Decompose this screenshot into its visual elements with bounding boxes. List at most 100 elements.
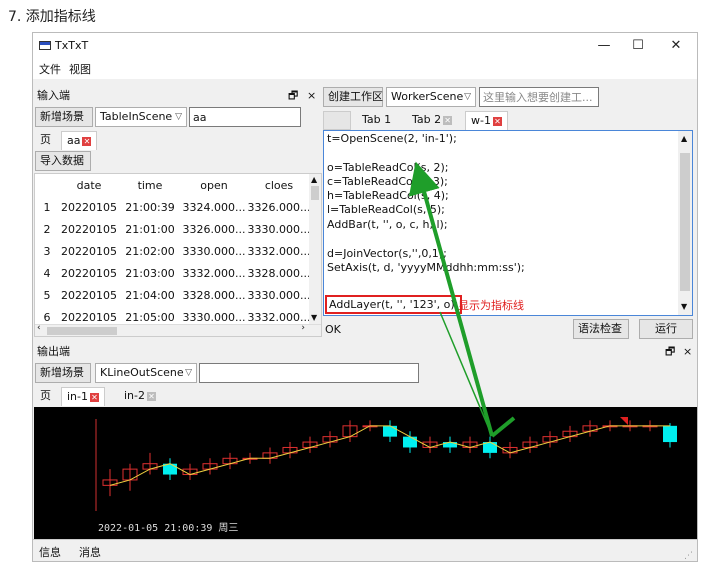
run-button[interactable]: 运行	[639, 319, 693, 339]
resize-grip-icon[interactable]: ⋰	[684, 551, 693, 561]
tab-info[interactable]: 信息	[39, 544, 61, 560]
kline-chart[interactable]: 2022-01-05 21:00:39 周三	[34, 407, 697, 539]
app-icon	[39, 41, 51, 50]
input-scene-name-field[interactable]	[189, 107, 301, 127]
chevron-down-icon: ▽	[464, 92, 471, 102]
code-line: h=TableReadCol(s, 4);	[327, 189, 449, 202]
table-cell[interactable]: 3324.000...	[181, 196, 247, 218]
code-line: c=TableReadCol(s, 3);	[327, 175, 448, 188]
tab-page[interactable]: 页	[35, 387, 56, 406]
create-workspace-button[interactable]: 创建工作区	[323, 87, 383, 107]
code-line: l=TableReadCol(s, 5);	[327, 203, 445, 216]
output-scene-name-field[interactable]	[199, 363, 419, 383]
table-cell[interactable]: 20220105	[59, 240, 119, 262]
table-cell[interactable]: 21:00:39	[119, 196, 181, 218]
scroll-down-icon[interactable]: ▼	[311, 313, 317, 322]
table-row[interactable]: 2 20220105 21:01:00 3326.000... 3330.000…	[35, 218, 311, 240]
table-cell[interactable]: 21:01:00	[119, 218, 181, 240]
table-horizontal-scrollbar[interactable]: ‹ ›	[35, 323, 321, 336]
tab-aa[interactable]: aa ✕	[61, 131, 98, 150]
row-number: 1	[43, 200, 51, 214]
column-header	[35, 174, 59, 196]
table-cell[interactable]: 3330.000...	[247, 218, 311, 240]
workspace-name-input[interactable]	[479, 87, 599, 107]
tab-messages[interactable]: 消息	[79, 544, 101, 560]
table-cell[interactable]: 20220105	[59, 196, 119, 218]
column-header[interactable]: cloes	[247, 174, 311, 196]
table-cell[interactable]: 21:03:00	[119, 262, 181, 284]
scroll-thumb[interactable]	[680, 153, 690, 291]
float-icon[interactable]: 🗗	[665, 343, 675, 361]
tab-page[interactable]: 页	[35, 131, 56, 150]
page-heading: 7. 添加指标线	[8, 9, 96, 25]
panel-close-icon[interactable]: ×	[683, 343, 692, 361]
table-header-row: date time open cloes	[35, 174, 311, 196]
maximize-button[interactable]: ☐	[623, 36, 653, 56]
table-cell[interactable]: 3328.000...	[181, 284, 247, 306]
table-cell[interactable]: 3330.000...	[181, 240, 247, 262]
panel-close-icon[interactable]: ×	[307, 87, 316, 105]
candle-body	[383, 425, 397, 437]
scroll-down-icon[interactable]: ▼	[681, 302, 687, 311]
table-cell[interactable]: 3326.000...	[247, 196, 311, 218]
scroll-thumb[interactable]	[47, 327, 117, 335]
table-cell[interactable]: 20220105	[59, 218, 119, 240]
table-row[interactable]: 4 20220105 21:03:00 3332.000... 3328.000…	[35, 262, 311, 284]
code-editor[interactable]: t=OpenScene(2, 'in-1'); o=TableReadCol(s…	[323, 130, 693, 316]
close-icon[interactable]: ✕	[443, 116, 453, 125]
input-scene-type-select[interactable]: TableInScene ▽	[95, 107, 187, 127]
row-number: 5	[43, 288, 51, 302]
table-row[interactable]: 1 20220105 21:00:39 3324.000... 3326.000…	[35, 196, 311, 218]
output-panel-header: 输出端 🗗 ×	[33, 343, 697, 361]
table-cell[interactable]: 3328.000...	[247, 262, 311, 284]
table-cell[interactable]: 3330.000...	[247, 284, 311, 306]
column-header[interactable]: time	[119, 174, 181, 196]
tab-w1[interactable]: w-1 ✕	[465, 111, 508, 130]
tab-in1[interactable]: in-1 ✕	[61, 387, 105, 406]
candle-body	[403, 436, 417, 448]
tab-tab1[interactable]: Tab 1	[357, 111, 396, 130]
tab-tab2[interactable]: Tab 2 ✕	[407, 111, 457, 130]
minimize-button[interactable]: —	[589, 36, 619, 56]
column-header[interactable]: date	[59, 174, 119, 196]
table-cell[interactable]: 20220105	[59, 284, 119, 306]
scroll-right-icon[interactable]: ›	[301, 323, 305, 333]
close-icon[interactable]: ✕	[90, 393, 99, 402]
code-line: SetAxis(t, d, 'yyyyMMddhh:mm:ss');	[327, 261, 525, 274]
float-icon[interactable]: 🗗	[288, 87, 298, 105]
column-header[interactable]: open	[181, 174, 247, 196]
table-vertical-scrollbar[interactable]: ▲ ▼	[309, 174, 321, 336]
scroll-up-icon[interactable]: ▲	[681, 134, 687, 143]
add-input-scene-button[interactable]: 新增场景	[35, 107, 93, 127]
menu-view[interactable]: 视图	[69, 61, 91, 77]
scroll-up-icon[interactable]: ▲	[311, 175, 317, 184]
close-icon[interactable]: ✕	[147, 392, 156, 401]
worker-scene-type-select[interactable]: WorkerScene ▽	[386, 87, 476, 107]
close-icon[interactable]: ✕	[82, 137, 92, 146]
table-cell[interactable]: 3332.000...	[247, 240, 311, 262]
table-cell[interactable]: 21:02:00	[119, 240, 181, 262]
table-row[interactable]: 5 20220105 21:04:00 3328.000... 3330.000…	[35, 284, 311, 306]
table-row[interactable]: 3 20220105 21:02:00 3330.000... 3332.000…	[35, 240, 311, 262]
table-cell[interactable]: 3332.000...	[181, 262, 247, 284]
scroll-left-icon[interactable]: ‹	[37, 323, 41, 333]
corner-marker-icon	[620, 417, 628, 425]
close-icon[interactable]: ✕	[492, 117, 502, 126]
row-number: 2	[43, 222, 51, 236]
chevron-down-icon: ▽	[185, 368, 192, 378]
tab-in2[interactable]: in-2 ✕	[119, 387, 161, 406]
syntax-check-button[interactable]: 语法检查	[573, 319, 629, 339]
import-data-button[interactable]: 导入数据	[35, 151, 91, 171]
table-cell[interactable]: 21:04:00	[119, 284, 181, 306]
table-cell[interactable]: 3326.000...	[181, 218, 247, 240]
add-output-scene-button[interactable]: 新增场景	[35, 363, 91, 383]
chevron-down-icon: ▽	[175, 112, 182, 122]
window-title: TxTxT	[55, 39, 89, 52]
output-scene-type-select[interactable]: KLineOutScene ▽	[95, 363, 197, 383]
editor-scrollbar[interactable]: ▲ ▼	[678, 131, 692, 315]
menu-bar: 文件 视图	[33, 59, 697, 79]
menu-file[interactable]: 文件	[39, 61, 61, 77]
scroll-thumb[interactable]	[311, 186, 319, 200]
close-button[interactable]: ✕	[661, 36, 691, 56]
table-cell[interactable]: 20220105	[59, 262, 119, 284]
